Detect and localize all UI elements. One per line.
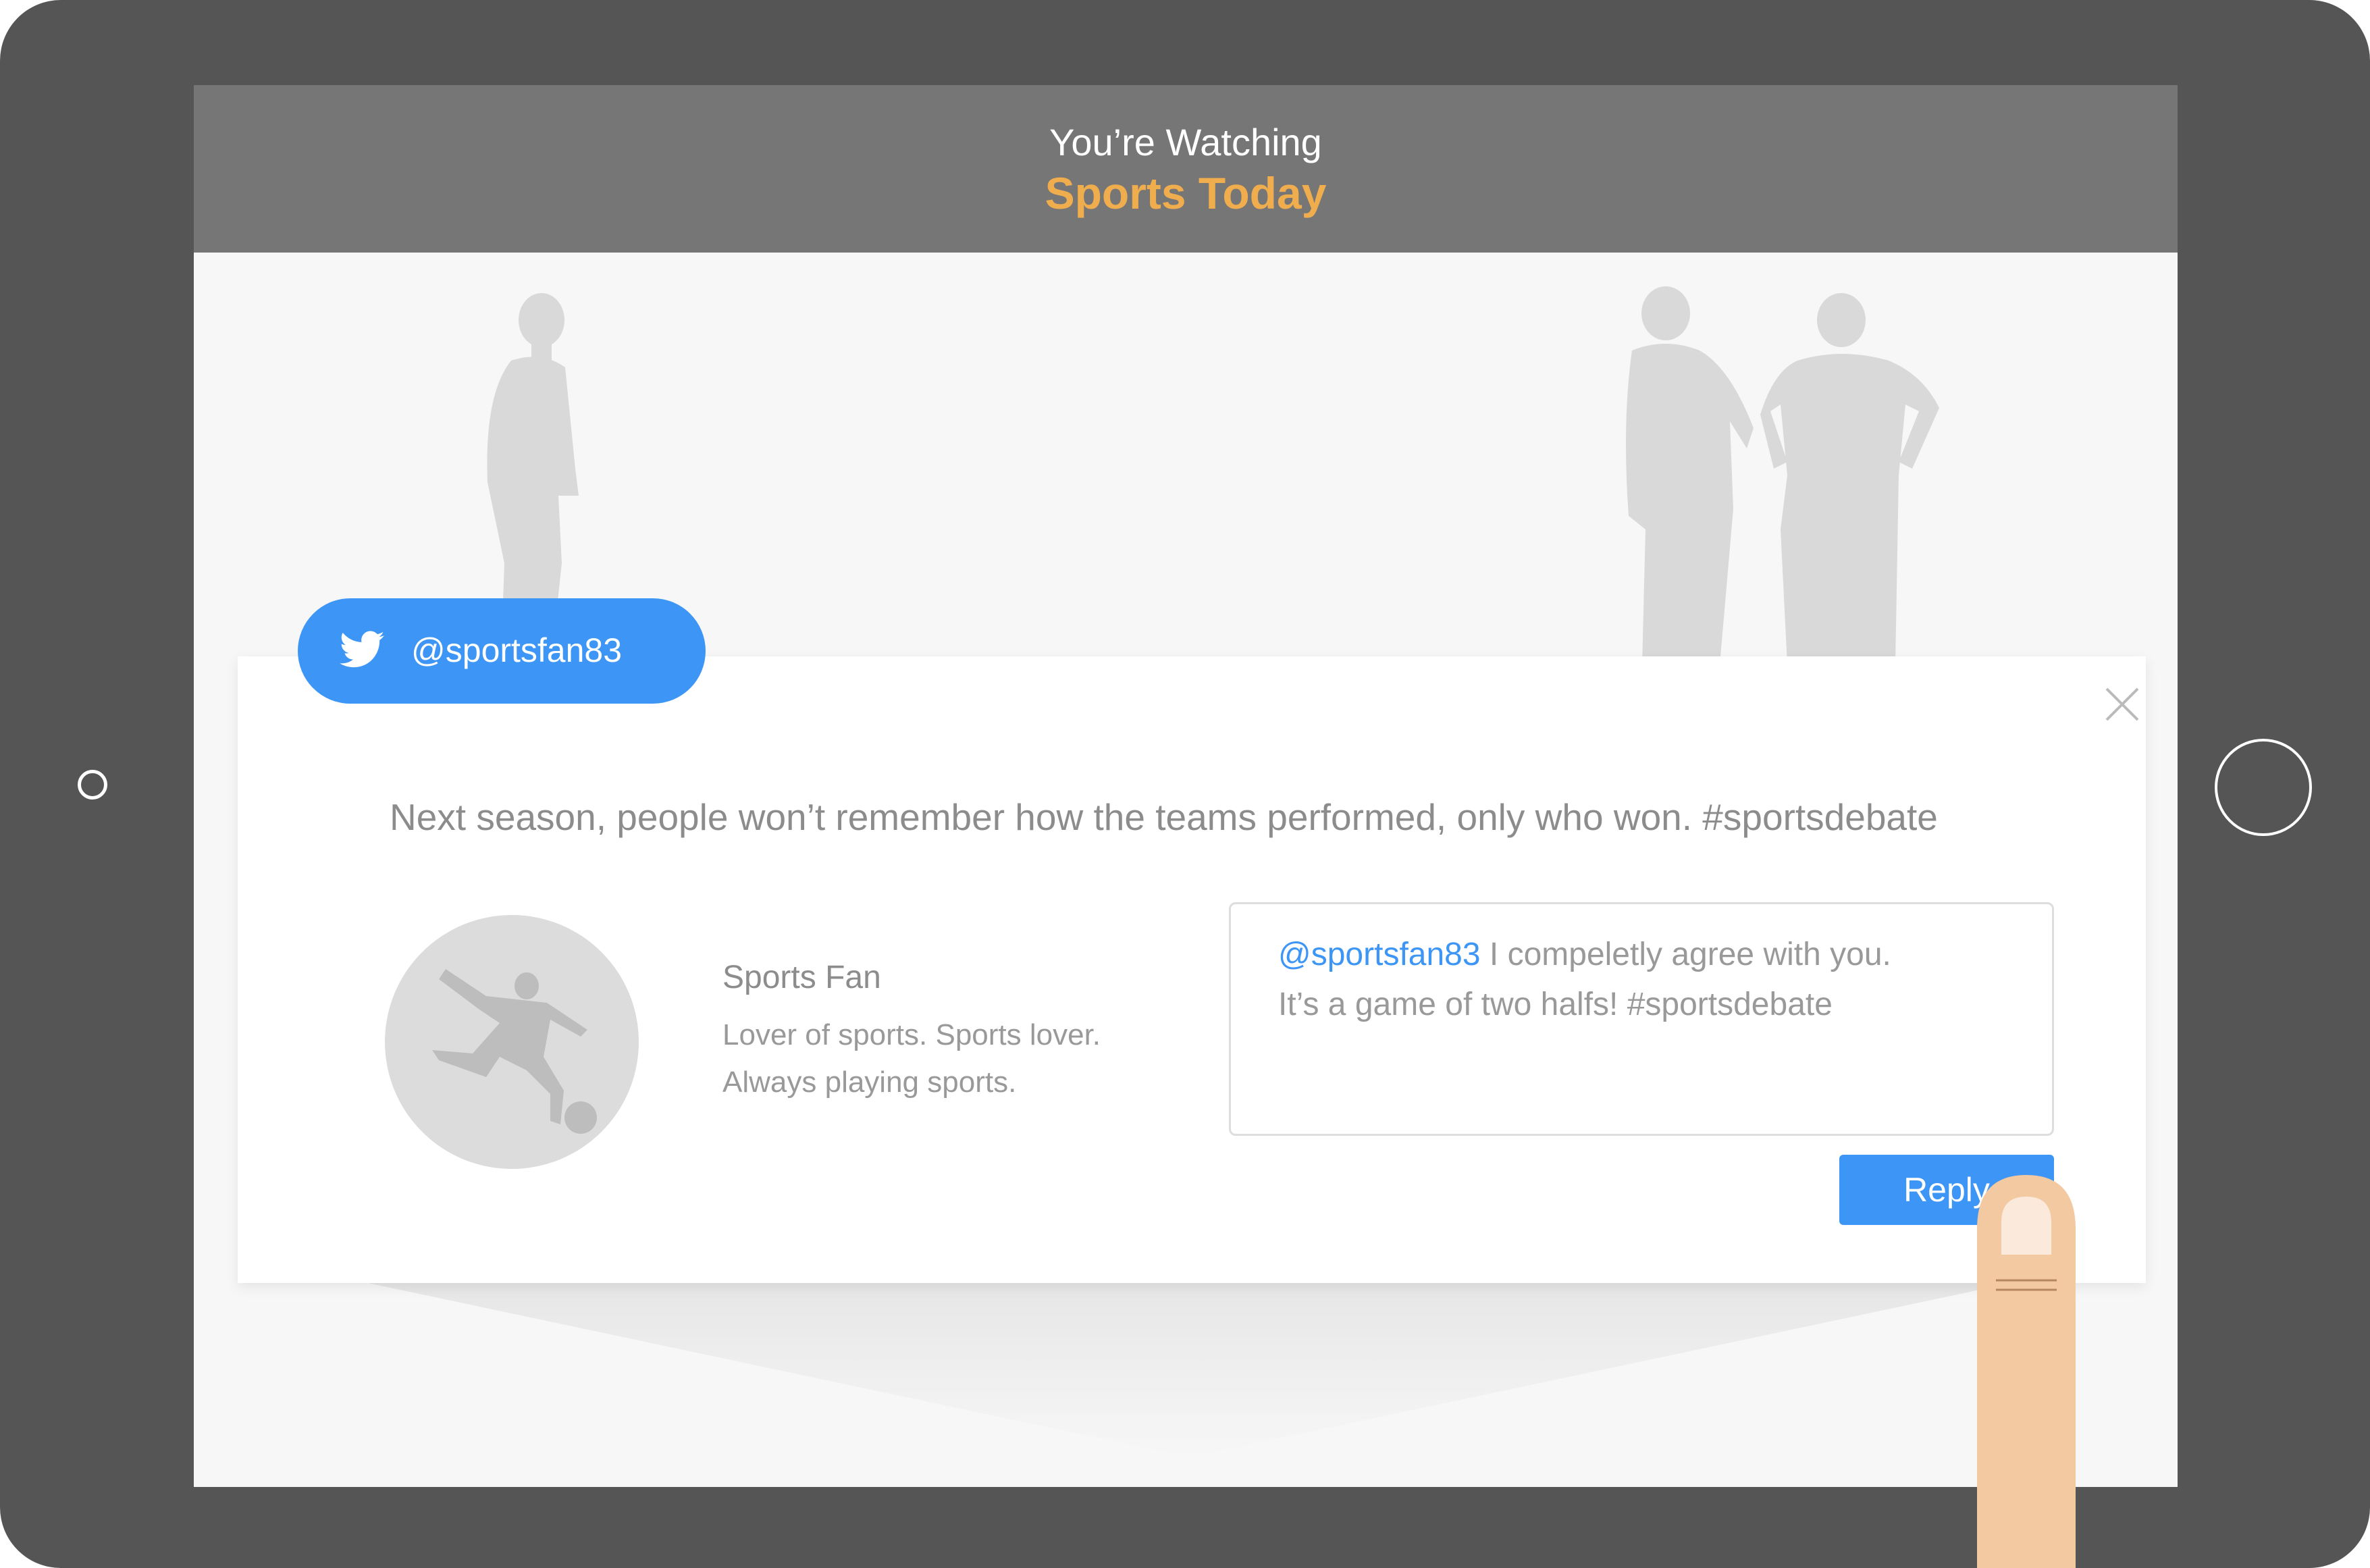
reply-text-line: It’s a game of two halfs! #sportsdebate [1278, 987, 1833, 1022]
reply-text-line: I compeletly agree with you. [1480, 937, 1891, 972]
profile-bio-line: Lover of sports. Sports lover. [722, 1018, 1101, 1051]
camera-icon [78, 770, 107, 800]
profile-name: Sports Fan [722, 960, 881, 995]
avatar [385, 915, 639, 1169]
show-title: Sports Today [1045, 168, 1327, 218]
finger-pointer [1977, 1175, 2076, 1568]
twitter-handle-badge[interactable]: @sportsfan83 [298, 598, 706, 704]
reply-mention[interactable]: @sportsfan83 [1278, 937, 1481, 972]
twitter-handle: @sportsfan83 [411, 631, 623, 669]
header-bar: You’re Watching Sports Today [194, 85, 2178, 253]
reply-input[interactable]: @sportsfan83 I compeletly agree with you… [1229, 902, 2054, 1136]
twitter-bird-icon [340, 631, 384, 668]
profile-bio-line: Always playing sports. [722, 1066, 1017, 1099]
person-silhouette-right-2 [1760, 293, 1939, 664]
header-subtitle: You’re Watching [1049, 121, 1322, 163]
tweet-text: Next season, people won’t remember how t… [390, 796, 1938, 838]
close-icon[interactable] [2104, 686, 2140, 723]
card-shadow [361, 1282, 2018, 1457]
home-button[interactable] [2215, 739, 2312, 836]
person-silhouette-right-1 [1626, 286, 1754, 664]
tweet-card: Next season, people won’t remember how t… [238, 656, 2146, 1283]
soccer-player-icon [432, 969, 597, 1134]
profile-bio: Lover of sports. Sports lover. Always pl… [722, 1012, 1195, 1106]
screen: You’re Watching Sports Today Next season… [194, 85, 2178, 1487]
reply-text: @sportsfan83 I compeletly agree with you… [1278, 930, 2021, 1030]
tablet-frame: You’re Watching Sports Today Next season… [0, 0, 2370, 1568]
